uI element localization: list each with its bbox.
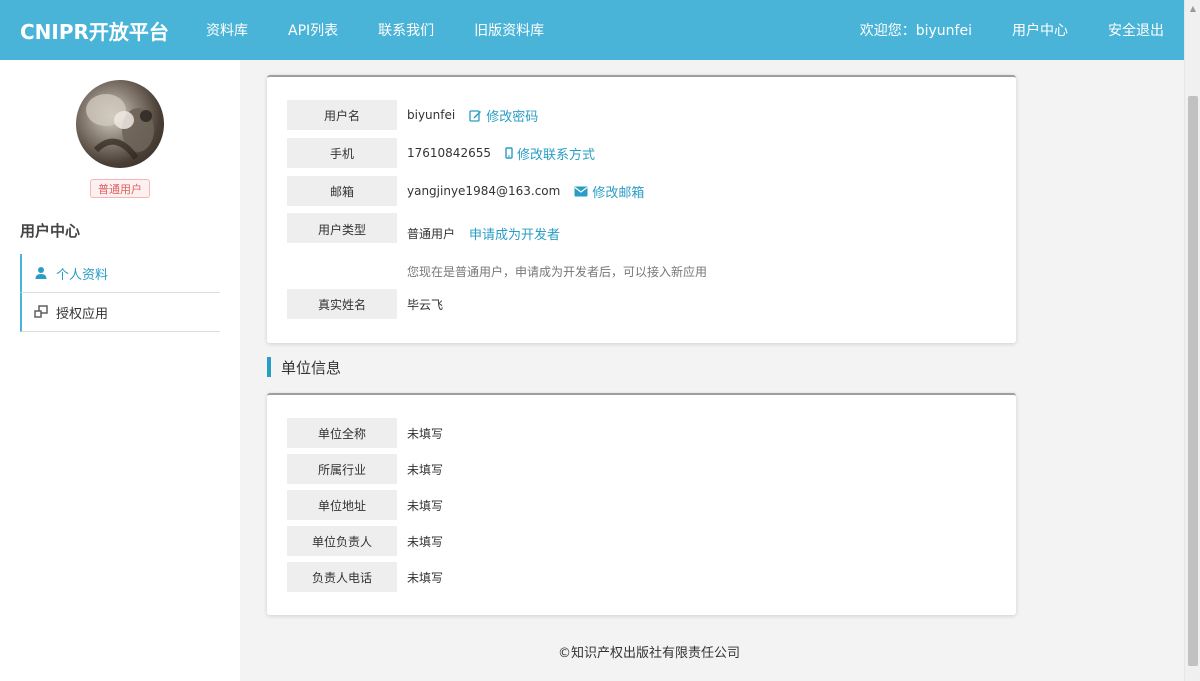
profile-row-user-type: 用户类型 普通用户 申请成为开发者	[287, 213, 560, 243]
footer-copyright: ©知识产权出版社有限责任公司	[557, 646, 740, 661]
avatar-image-icon	[86, 94, 154, 160]
page-scrollbar[interactable]: ▲	[1184, 0, 1200, 681]
sidebar-item-label: 授权应用	[56, 306, 109, 322]
row-label: 邮箱	[287, 176, 397, 206]
org-row-manager-phone: 负责人电话 未填写	[287, 562, 443, 592]
change-password-label: 修改密码	[486, 109, 539, 125]
row-label: 手机	[287, 138, 397, 168]
row-label: 用户类型	[287, 213, 397, 243]
sidebar-item-label: 个人资料	[56, 267, 109, 283]
row-value: 普通用户	[407, 226, 456, 241]
nav-link-user-center[interactable]: 用户中心	[1012, 20, 1068, 40]
sidebar: 普通用户 用户中心 个人资料 授权应用	[0, 60, 240, 681]
row-label: 单位全称	[287, 418, 397, 448]
row-label: 单位负责人	[287, 526, 397, 556]
top-navbar: CNIPR开放平台 资料库 API列表 联系我们 旧版资料库 欢迎您：biyun…	[0, 0, 1184, 60]
profile-row-real-name: 真实姓名 毕云飞	[287, 289, 443, 319]
nav-link-api-list[interactable]: API列表	[288, 20, 338, 40]
org-card: 单位全称 未填写 所属行业 未填写 单位地址 未填写 单位负责人 未填写 负责人…	[267, 393, 1016, 615]
row-label: 所属行业	[287, 454, 397, 484]
org-row-full-name: 单位全称 未填写	[287, 418, 443, 448]
profile-row-username: 用户名 biyunfei 修改密码	[287, 100, 538, 130]
row-value: 未填写	[407, 534, 444, 549]
apps-icon	[34, 305, 48, 318]
profile-card: 用户名 biyunfei 修改密码 手机 17610842655 修改联系方式	[267, 75, 1016, 343]
row-value: yangjinye1984@163.com	[407, 184, 561, 198]
row-value: 17610842655	[407, 146, 491, 160]
nav-link-library[interactable]: 资料库	[206, 20, 248, 40]
mobile-icon	[505, 147, 513, 159]
user-nav: 欢迎您：biyunfei 用户中心 安全退出	[820, 0, 1164, 60]
user-level-badge: 普通用户	[90, 179, 150, 198]
row-label: 真实姓名	[287, 289, 397, 319]
change-email-link[interactable]: 修改邮箱	[574, 182, 644, 201]
nav-link-contact[interactable]: 联系我们	[378, 20, 434, 40]
change-email-label: 修改邮箱	[592, 185, 645, 201]
row-label: 用户名	[287, 100, 397, 130]
welcome-text: 欢迎您：biyunfei	[859, 23, 972, 39]
change-contact-label: 修改联系方式	[516, 147, 595, 163]
change-contact-link[interactable]: 修改联系方式	[505, 144, 595, 163]
user-icon	[35, 267, 47, 279]
org-row-industry: 所属行业 未填写	[287, 454, 443, 484]
row-value: 未填写	[407, 462, 444, 477]
avatar	[76, 80, 164, 168]
row-value: 毕云飞	[407, 297, 444, 312]
change-password-link[interactable]: 修改密码	[469, 106, 538, 125]
row-value: biyunfei	[407, 108, 456, 122]
brand-logo[interactable]: CNIPR开放平台	[20, 16, 206, 45]
edit-icon	[469, 109, 482, 122]
sidebar-item-profile[interactable]: 个人资料	[20, 254, 220, 293]
scroll-thumb[interactable]	[1188, 96, 1198, 666]
envelope-icon	[574, 186, 588, 196]
scroll-up-arrow-icon[interactable]: ▲	[1185, 0, 1200, 16]
row-label: 单位地址	[287, 490, 397, 520]
row-value: 未填写	[407, 426, 444, 441]
sidebar-title: 用户中心	[20, 222, 81, 240]
main-nav: 资料库 API列表 联系我们 旧版资料库	[206, 20, 584, 40]
org-row-manager: 单位负责人 未填写	[287, 526, 443, 556]
row-value: 未填写	[407, 570, 444, 585]
row-value: 未填写	[407, 498, 444, 513]
sidebar-menu: 个人资料 授权应用	[20, 254, 220, 332]
row-label: 负责人电话	[287, 562, 397, 592]
org-row-address: 单位地址 未填写	[287, 490, 443, 520]
org-section-title: 单位信息	[267, 357, 341, 377]
main-content: 用户名 biyunfei 修改密码 手机 17610842655 修改联系方式	[252, 60, 1184, 681]
user-type-hint: 您现在是普通用户，申请成为开发者后，可以接入新应用	[407, 265, 708, 279]
profile-row-phone: 手机 17610842655 修改联系方式	[287, 138, 595, 168]
apply-developer-link[interactable]: 申请成为开发者	[469, 224, 560, 243]
nav-link-legacy-library[interactable]: 旧版资料库	[474, 20, 544, 40]
profile-row-email: 邮箱 yangjinye1984@163.com 修改邮箱	[287, 176, 644, 206]
nav-link-logout[interactable]: 安全退出	[1108, 20, 1164, 40]
sidebar-item-authorized-apps[interactable]: 授权应用	[20, 293, 220, 332]
